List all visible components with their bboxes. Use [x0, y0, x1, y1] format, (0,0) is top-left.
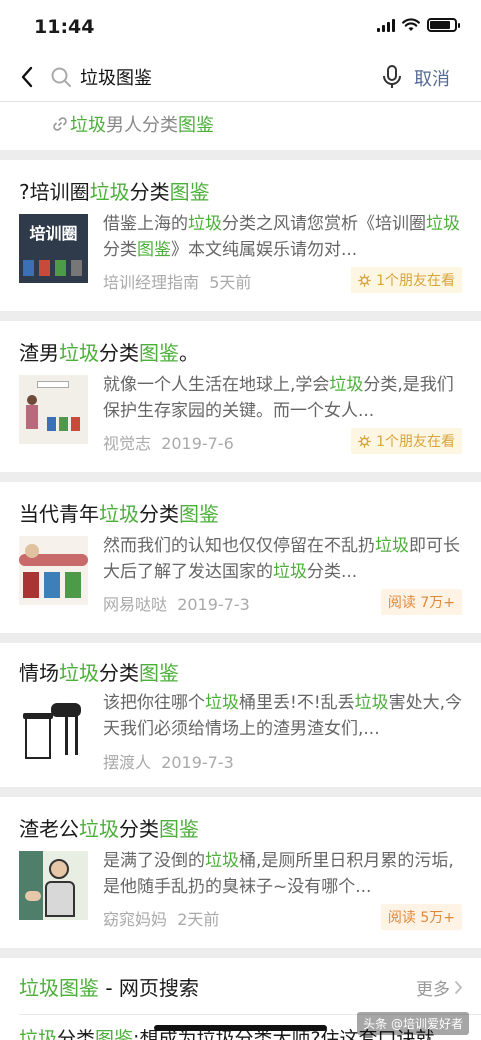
article-description: 借鉴上海的垃圾分类之风请您赏析《培训圈垃圾分类图鉴》本文纯属娱乐请勿对...	[103, 214, 460, 260]
article-thumbnail: 培训圈	[19, 214, 88, 283]
thumbnail-caption: 培训圈	[29, 224, 78, 243]
search-input[interactable]: 垃圾图鉴	[50, 60, 375, 94]
article-card[interactable]: ?培训圈垃圾分类图鉴 培训圈 借鉴上海的垃圾分类之风请您赏析《培训圈垃圾分类图鉴…	[0, 160, 481, 311]
article-meta: 摆渡人 2019-7-3	[103, 749, 234, 773]
friends-star-icon	[358, 434, 371, 448]
cancel-button[interactable]: 取消	[414, 65, 450, 91]
chevron-left-icon	[21, 66, 33, 88]
article-source: 网易哒哒	[103, 595, 168, 614]
related-link[interactable]: 垃圾 男人分类 图鉴	[52, 111, 214, 137]
read-count-badge: 阅读 7万+	[380, 589, 462, 615]
article-title[interactable]: 当代青年垃圾分类图鉴	[19, 498, 219, 527]
chevron-right-icon	[455, 981, 463, 994]
article-thumbnail	[19, 536, 88, 605]
article-meta: 窈窕妈妈 2天前	[103, 906, 219, 930]
friends-reading-badge: 1个朋友在看	[351, 428, 462, 454]
web-search-title: 垃圾图鉴 - 网页搜索	[19, 976, 199, 1000]
link-text: 男人分类	[106, 115, 178, 136]
article-source: 培训经理指南	[103, 273, 200, 292]
article-time: 2019-7-6	[161, 434, 234, 453]
article-thumbnail	[19, 375, 88, 444]
link-highlight: 图鉴	[178, 115, 214, 136]
article-title[interactable]: 渣男垃圾分类图鉴。	[19, 337, 199, 366]
article-meta: 网易哒哒 2019-7-3	[103, 591, 250, 615]
status-icons	[377, 18, 460, 32]
wifi-icon	[402, 18, 420, 31]
article-meta: 培训经理指南 5天前	[103, 269, 251, 293]
friends-reading-badge: 1个朋友在看	[351, 267, 462, 293]
article-description: 然而我们的认知也仅仅停留在不乱扔垃圾即可长大后了解了发达国家的垃圾分类...	[103, 536, 460, 582]
article-description: 是满了没倒的垃圾桶,是厕所里日积月累的污垢,是他随手乱扔的臭袜子~没有哪个...	[103, 851, 454, 897]
article-thumbnail	[19, 697, 88, 766]
article-time: 2019-7-3	[161, 753, 234, 772]
article-time: 5天前	[209, 273, 252, 292]
voice-input-button[interactable]	[380, 64, 404, 90]
search-bar: 垃圾图鉴 取消	[0, 52, 481, 102]
article-title[interactable]: 情场垃圾分类图鉴	[19, 657, 179, 686]
article-card[interactable]: 当代青年垃圾分类图鉴 然而我们的认知也仅仅停留在不乱扔垃圾即可长大后了解了发达国…	[0, 482, 481, 633]
article-source: 摆渡人	[103, 753, 152, 772]
watermark: 头条 @培训爱好者	[357, 1012, 469, 1035]
back-button[interactable]	[12, 62, 42, 92]
article-description: 就像一个人生活在地球上,学会垃圾分类,是我们保护生存家园的关键。而一个女人...	[103, 375, 454, 421]
read-count-badge: 阅读 5万+	[380, 904, 462, 930]
article-time: 2019-7-3	[177, 595, 250, 614]
article-time: 2天前	[177, 910, 220, 929]
status-bar: 11:44	[0, 0, 481, 52]
friends-star-icon	[358, 273, 371, 287]
more-button[interactable]: 更多	[416, 975, 463, 1000]
article-title[interactable]: 渣老公垃圾分类图鉴	[19, 813, 199, 842]
article-meta: 视觉志 2019-7-6	[103, 430, 234, 454]
article-description: 该把你往哪个垃圾桶里丢!不!乱丢垃圾害处大,今天我们必须给情场上的渣男渣女们,.…	[103, 693, 463, 739]
search-query: 垃圾图鉴	[80, 68, 152, 89]
article-thumbnail	[19, 851, 88, 920]
link-icon	[53, 117, 67, 131]
microphone-icon	[383, 65, 401, 88]
top-result-card[interactable]: 垃圾 男人分类 图鉴	[0, 102, 481, 150]
article-card[interactable]: 渣男垃圾分类图鉴。 就像一个人生活在地球上,学会垃圾分类,是我们保护生存家园的关…	[0, 321, 481, 472]
status-time: 11:44	[34, 16, 95, 38]
home-indicator[interactable]	[154, 1025, 327, 1031]
link-highlight: 垃圾	[70, 115, 106, 136]
article-source: 视觉志	[103, 434, 152, 453]
article-card[interactable]: 情场垃圾分类图鉴 该把你往哪个垃圾桶里丢!不!乱丢垃圾害处大,今天我们必须给情场…	[0, 643, 481, 787]
article-card[interactable]: 渣老公垃圾分类图鉴 是满了没倒的垃圾桶,是厕所里日积月累的污垢,是他随手乱扔的臭…	[0, 797, 481, 948]
search-icon	[51, 67, 71, 87]
article-title[interactable]: ?培训圈垃圾分类图鉴	[19, 176, 210, 205]
cellular-signal-icon	[377, 18, 395, 32]
article-source: 窈窕妈妈	[103, 910, 168, 929]
battery-icon	[427, 18, 460, 32]
